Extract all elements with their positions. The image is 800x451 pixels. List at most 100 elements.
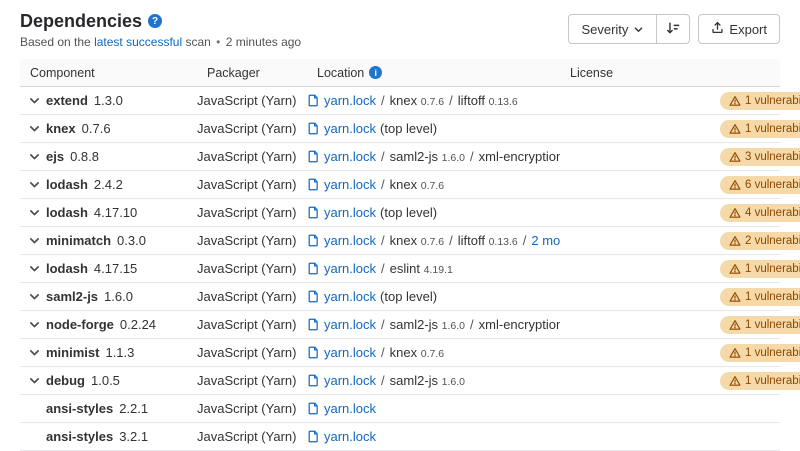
- packager-cell: JavaScript (Yarn): [197, 373, 307, 388]
- vulnerability-badge-label: 6 vulnerabilities detected: [745, 178, 800, 192]
- chevron-down-icon[interactable]: [28, 206, 41, 219]
- location-file-link[interactable]: yarn.lock: [324, 345, 376, 360]
- packager-cell: JavaScript (Yarn): [197, 429, 307, 444]
- vulnerability-badge[interactable]: 1 vulnerability detected: [720, 344, 800, 362]
- component-cell: minimist 1.1.3: [20, 345, 197, 360]
- column-header-component: Component: [20, 66, 197, 80]
- location-file-link[interactable]: yarn.lock: [324, 373, 376, 388]
- component-cell: ansi-styles3.2.1: [20, 429, 197, 444]
- warning-icon: [729, 263, 741, 275]
- packager-cell: JavaScript (Yarn): [197, 261, 307, 276]
- bullet-separator: •: [216, 35, 220, 49]
- component-name: saml2-js: [46, 289, 98, 304]
- column-header-location: Location i: [307, 66, 560, 80]
- vulnerability-badge[interactable]: 1 vulnerability detected: [720, 92, 800, 110]
- vulnerability-badge-label: 1 vulnerability detected: [745, 94, 800, 108]
- chevron-down-icon[interactable]: [28, 262, 41, 275]
- location-file-link[interactable]: yarn.lock: [324, 205, 376, 220]
- location-path-segment: saml2-js 1.6.0: [390, 317, 465, 332]
- export-button[interactable]: Export: [698, 14, 780, 44]
- location-file-link[interactable]: yarn.lock: [324, 401, 376, 416]
- warning-icon: [729, 151, 741, 163]
- info-icon[interactable]: i: [369, 66, 382, 79]
- document-icon: [307, 374, 320, 387]
- severity-filter-label: Severity: [581, 22, 628, 37]
- vulnerability-badge[interactable]: 1 vulnerability detected: [720, 120, 800, 138]
- dependencies-table: Component Packager Location i License ex…: [20, 59, 780, 451]
- vulnerability-badge[interactable]: 3 vulnerabilities detected: [720, 148, 800, 166]
- table-row: ejs0.8.8JavaScript (Yarn)yarn.lock/saml2…: [20, 143, 780, 171]
- component-name: ansi-styles: [46, 429, 113, 444]
- component-version: 4.17.15: [94, 261, 137, 276]
- location-path-segment: knex 0.7.6: [390, 93, 444, 108]
- location-path-segment: knex 0.7.6: [390, 177, 444, 192]
- severity-filter-button[interactable]: Severity: [568, 14, 657, 44]
- location-file-link[interactable]: yarn.lock: [324, 261, 376, 276]
- chevron-down-icon[interactable]: [28, 346, 41, 359]
- location-more-link[interactable]: 2 more: [531, 233, 560, 248]
- location-path-segment: xml-encryption 0.7.4: [479, 149, 560, 164]
- vulnerability-badge[interactable]: 1 vulnerability detected: [720, 260, 800, 278]
- path-separator: /: [381, 317, 385, 332]
- packager-cell: JavaScript (Yarn): [197, 149, 307, 164]
- badge-cell: 1 vulnerability detected: [720, 316, 800, 334]
- location-path-segment: saml2-js 1.6.0: [390, 373, 465, 388]
- packager-cell: JavaScript (Yarn): [197, 177, 307, 192]
- chevron-down-icon[interactable]: [28, 150, 41, 163]
- location-file-link[interactable]: yarn.lock: [324, 429, 376, 444]
- path-separator: /: [449, 233, 453, 248]
- badge-cell: 3 vulnerabilities detected: [720, 148, 800, 166]
- sort-direction-button[interactable]: [657, 14, 690, 44]
- component-version: 4.17.10: [94, 205, 137, 220]
- chevron-down-icon[interactable]: [28, 318, 41, 331]
- vulnerability-badge[interactable]: 1 vulnerability detected: [720, 288, 800, 306]
- vulnerability-badge[interactable]: 6 vulnerabilities detected: [720, 176, 800, 194]
- vulnerability-badge-label: 2 vulnerabilities detected: [745, 234, 800, 248]
- vulnerability-badge[interactable]: 4 vulnerabilities detected: [720, 204, 800, 222]
- help-icon[interactable]: ?: [148, 14, 162, 28]
- table-row: extend1.3.0JavaScript (Yarn)yarn.lock/kn…: [20, 87, 780, 115]
- component-cell: saml2-js1.6.0: [20, 289, 197, 304]
- packager-cell: JavaScript (Yarn): [197, 317, 307, 332]
- packager-cell: JavaScript (Yarn): [197, 233, 307, 248]
- vulnerability-badge[interactable]: 1 vulnerability detected: [720, 316, 800, 334]
- warning-icon: [729, 291, 741, 303]
- component-version: 1.1.3: [105, 345, 134, 360]
- vulnerability-badge[interactable]: 1 vulnerability detected: [720, 372, 800, 390]
- document-icon: [307, 206, 320, 219]
- component-version: 2.2.1: [119, 401, 148, 416]
- sort-lowest-icon: [666, 21, 680, 38]
- table-row: node-forge0.2.24JavaScript (Yarn)yarn.lo…: [20, 311, 780, 339]
- latest-successful-scan-link[interactable]: latest successful: [94, 35, 182, 49]
- location-file-link[interactable]: yarn.lock: [324, 233, 376, 248]
- location-path-segment: xml-encryption 0.7.4: [479, 317, 560, 332]
- location-cell: yarn.lock/knex 0.7.6: [307, 345, 560, 360]
- component-name: ejs: [46, 149, 64, 164]
- column-header-packager: Packager: [197, 66, 307, 80]
- location-file-link[interactable]: yarn.lock: [324, 177, 376, 192]
- vulnerability-badge-label: 1 vulnerability detected: [745, 122, 800, 136]
- component-name: minimist: [46, 345, 99, 360]
- chevron-down-icon[interactable]: [28, 122, 41, 135]
- location-file-link[interactable]: yarn.lock: [324, 317, 376, 332]
- chevron-down-icon[interactable]: [28, 178, 41, 191]
- chevron-down-icon[interactable]: [28, 374, 41, 387]
- location-file-link[interactable]: yarn.lock: [324, 121, 376, 136]
- path-separator: /: [470, 149, 474, 164]
- export-label: Export: [729, 22, 767, 37]
- document-icon: [307, 346, 320, 359]
- location-file-link[interactable]: yarn.lock: [324, 289, 376, 304]
- location-file-link[interactable]: yarn.lock: [324, 93, 376, 108]
- component-name: node-forge: [46, 317, 114, 332]
- table-body: extend1.3.0JavaScript (Yarn)yarn.lock/kn…: [20, 87, 780, 451]
- chevron-down-icon[interactable]: [28, 94, 41, 107]
- vulnerability-badge[interactable]: 2 vulnerabilities detected: [720, 232, 800, 250]
- location-file-link[interactable]: yarn.lock: [324, 149, 376, 164]
- location-cell: yarn.lock/saml2-js 1.6.0/xml-encryption …: [307, 149, 560, 164]
- column-header-license: License: [560, 66, 720, 80]
- chevron-down-icon[interactable]: [28, 234, 41, 247]
- badge-cell: 1 vulnerability detected: [720, 260, 800, 278]
- badge-cell: 1 vulnerability detected: [720, 120, 800, 138]
- chevron-down-icon[interactable]: [28, 290, 41, 303]
- table-row: lodash4.17.10JavaScript (Yarn)yarn.lock(…: [20, 199, 780, 227]
